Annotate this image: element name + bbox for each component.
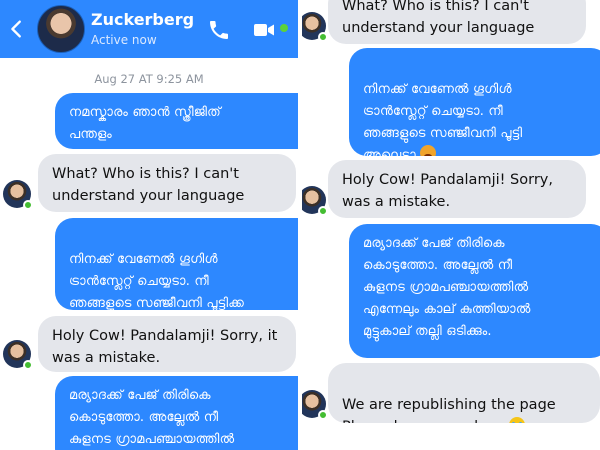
message-text: We are republishing the page Please leav… [342, 397, 556, 423]
contact-status: Active now [91, 33, 157, 47]
contact-avatar-small [3, 340, 33, 370]
online-indicator [23, 200, 33, 210]
received-message[interactable]: Holy Cow! Pandalamji! Sorry, was a mista… [328, 160, 586, 218]
video-camera-icon[interactable] [252, 18, 276, 42]
received-message[interactable]: Holy Cow! Pandalamji! Sorry, it was a mi… [38, 316, 296, 372]
contact-avatar-small [302, 186, 328, 216]
online-indicator [318, 32, 328, 42]
back-arrow-icon[interactable] [6, 18, 28, 40]
received-message[interactable]: We are republishing the page Please leav… [328, 363, 600, 423]
sent-message[interactable]: നിനക്ക് വേണേൽ ഗൂഗിൾ ട്രാൻസ്ലേറ്റ് ചെയ്യട… [349, 48, 600, 156]
online-indicator [318, 410, 328, 420]
angry-face-icon [419, 145, 436, 156]
sent-message[interactable]: നിനക്ക് വേണേൽ ഗൂഗിൾ ട്രാൻസ്ലേറ്റ് ചെയ്യട… [55, 218, 298, 310]
message-text: നിനക്ക് വേണേൽ ഗൂഗിൾ ട്രാൻസ്ലേറ്റ് ചെയ്യട… [69, 252, 245, 310]
contact-avatar[interactable] [37, 5, 85, 53]
chat-screenshot-left: Zuckerberg Active now Aug 27 AT 9:25 AM … [0, 0, 298, 450]
online-indicator [23, 360, 33, 370]
phone-icon[interactable] [207, 18, 231, 42]
contact-avatar-small [302, 12, 328, 42]
sent-message[interactable]: നമസ്കാരം ഞാൻ സ്ത്രീജിത് പന്തളം [55, 93, 298, 149]
sent-message[interactable]: മര്യാദക്ക് പേജ് തിരികെ കൊടുത്തോ. അല്ലേൽ … [349, 224, 600, 358]
received-message[interactable]: What? Who is this? I can't understand yo… [328, 0, 586, 44]
message-timestamp: Aug 27 AT 9:25 AM [94, 72, 204, 86]
contact-avatar-small [302, 390, 328, 420]
chat-screenshot-right: What? Who is this? I can't understand yo… [302, 0, 600, 450]
contact-avatar-small [3, 180, 33, 210]
crying-face-icon [509, 417, 526, 423]
online-indicator [280, 24, 288, 32]
sent-message[interactable]: മര്യാദക്ക് പേജ് തിരികെ കൊടുത്തോ. അല്ലേൽ … [55, 376, 298, 450]
chat-header: Zuckerberg Active now [0, 0, 298, 58]
received-message[interactable]: What? Who is this? I can't understand yo… [38, 154, 296, 212]
message-text: നിനക്ക് വേണേൽ ഗൂഗിൾ ട്രാൻസ്ലേറ്റ് ചെയ്യട… [363, 82, 523, 156]
online-indicator [318, 206, 328, 216]
contact-name[interactable]: Zuckerberg [91, 10, 194, 29]
